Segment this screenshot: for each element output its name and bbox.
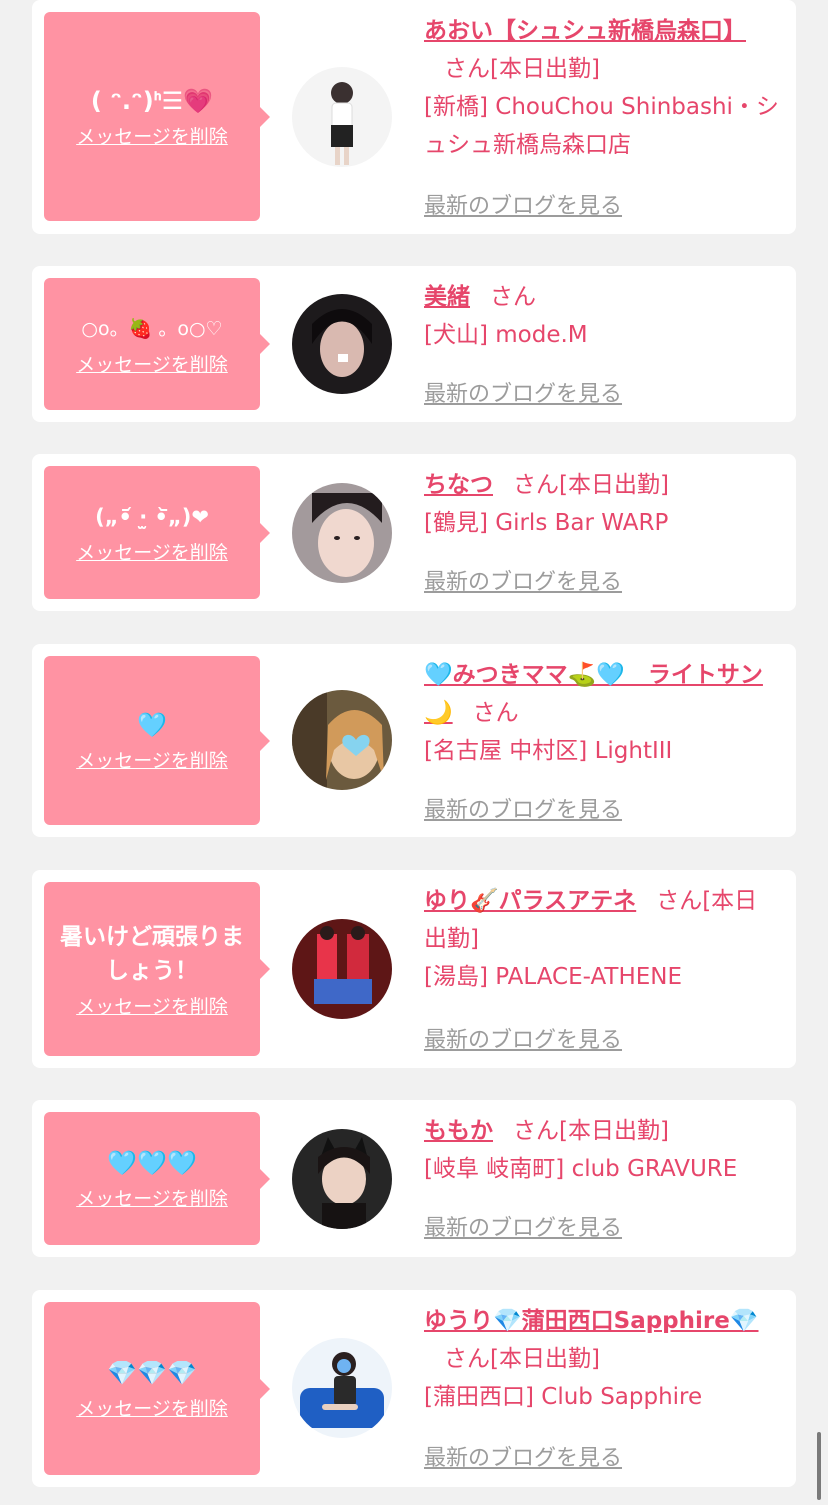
delete-message-link[interactable]: メッセージを削除 [76,992,228,1019]
honorific: さん [444,56,490,82]
message-card: ○o。🍓 。o○♡ メッセージを削除 美緒 さん [犬山] mode.M 最新のブ… [32,266,796,422]
latest-blog-link[interactable]: 最新のブログを見る [424,376,622,408]
avatar[interactable] [292,919,392,1019]
message-card: 🩵 メッセージを削除 🩵みつきママ⛳🩵 ライトサン🌙 さん [名古屋 中村区] L… [32,644,796,837]
cast-info: ももか さん[本日出勤] [岐阜 岐南町] club GRAVURE [424,1112,780,1188]
avatar[interactable] [292,690,392,790]
message-bubble: („•᷄ ·̫ •᷅„)❤ メッセージを削除 [44,466,270,599]
message-text: 💎💎💎 [107,1359,197,1387]
cast-name-link[interactable]: ももか [424,1118,493,1144]
photo-portrait-cat-ears-icon [292,1129,392,1229]
cast-info: ゆうり💎蒲田西口Sapphire💎 さん[本日出勤] [蒲田西口] Club Sa… [424,1302,780,1416]
status-badge: [本日出勤] [490,56,600,82]
shop-name: [犬山] mode.M [424,322,588,348]
avatar[interactable] [292,1129,392,1229]
cast-name-link[interactable]: ゆり🎸パラスアテネ [424,888,636,914]
photo-portrait-closeup-icon [292,483,392,583]
latest-blog-link[interactable]: 最新のブログを見る [424,1022,622,1054]
cast-info: 美緒 さん [犬山] mode.M [424,278,780,354]
message-card: („•᷄ ·̫ •᷅„)❤ メッセージを削除 ちなつ さん[本日出勤] [鶴見] … [32,454,796,611]
message-bubble: 💎💎💎 メッセージを削除 [44,1302,270,1475]
message-text: ○o。🍓 。o○♡ [81,317,223,340]
message-card: 💎💎💎 メッセージを削除 ゆうり💎蒲田西口Sapphire💎 さん[本日出勤] [… [32,1290,796,1487]
status-badge: [本日出勤] [490,1346,600,1372]
message-text: („•᷄ ·̫ •᷅„)❤ [95,505,209,529]
photo-portrait-blue-sofa-icon [292,1338,392,1438]
delete-message-link[interactable]: メッセージを削除 [76,350,228,377]
status-badge: [本日出勤] [559,472,669,498]
latest-blog-link[interactable]: 最新のブログを見る [424,792,622,824]
avatar[interactable] [292,1338,392,1438]
shop-name: [名古屋 中村区] LightIII [424,738,673,764]
photo-portrait-dark-hair-icon [292,294,392,394]
message-bubble: 🩵🩵🩵 メッセージを削除 [44,1112,270,1245]
cast-info: ゆり🎸パラスアテネ さん[本日出勤] [湯島] PALACE-ATHENE [424,882,780,996]
message-text: 🩵 [137,711,167,739]
message-text: 🩵🩵🩵 [107,1149,197,1177]
avatar[interactable] [292,67,392,167]
cast-name-link[interactable]: あおい【シュシュ新橋烏森口】 [424,18,746,44]
shop-name: [蒲田西口] Club Sapphire [424,1384,703,1410]
message-card: 暑いけど頑張りましょう！ メッセージを削除 ゆり🎸パラスアテネ さん[本日出勤] … [32,870,796,1068]
photo-portrait-heart-sticker-icon [292,690,392,790]
honorific: さん [513,472,559,498]
honorific: さん [656,888,703,914]
delete-message-link[interactable]: メッセージを削除 [76,1394,228,1421]
avatar[interactable] [292,294,392,394]
delete-message-link[interactable]: メッセージを削除 [76,122,228,149]
shop-name: [新橋] ChouChou Shinbashi・シュシュ新橋烏森口店 [424,94,779,158]
message-bubble: ( ᵔ.ᵔ)ᑋ☰💗 メッセージを削除 [44,12,270,221]
message-bubble: 🩵 メッセージを削除 [44,656,270,825]
cast-name-link[interactable]: ゆうり💎蒲田西口Sapphire💎 [424,1308,759,1334]
message-text: 暑いけど頑張りましょう！ [60,923,244,984]
shop-name: [湯島] PALACE-ATHENE [424,964,683,990]
cast-name-link[interactable]: ちなつ [424,472,493,498]
cast-info: ちなつ さん[本日出勤] [鶴見] Girls Bar WARP [424,466,780,542]
delete-message-link[interactable]: メッセージを削除 [76,1184,228,1211]
cast-info: 🩵みつきママ⛳🩵 ライトサン🌙 さん [名古屋 中村区] LightIII [424,656,780,770]
honorific: さん [444,1346,490,1372]
status-badge: [本日出勤] [559,1118,669,1144]
honorific: さん [490,284,536,310]
cast-info: あおい【シュシュ新橋烏森口】さん[本日出勤] [新橋] ChouChou Shi… [424,12,780,164]
shop-name: [岐阜 岐南町] club GRAVURE [424,1156,738,1182]
latest-blog-link[interactable]: 最新のブログを見る [424,188,622,220]
shop-name: [鶴見] Girls Bar WARP [424,510,669,536]
photo-portrait-standing-icon [292,67,392,167]
delete-message-link[interactable]: メッセージを削除 [76,538,228,565]
latest-blog-link[interactable]: 最新のブログを見る [424,1440,622,1472]
honorific: さん [472,700,519,726]
message-card: ( ᵔ.ᵔ)ᑋ☰💗 メッセージを削除 あおい【シュシュ新橋烏森口】さん[本日出勤… [32,0,796,234]
message-bubble: 暑いけど頑張りましょう！ メッセージを削除 [44,882,270,1056]
scrollbar[interactable] [817,1432,821,1500]
message-bubble: ○o。🍓 。o○♡ メッセージを削除 [44,278,270,410]
avatar[interactable] [292,483,392,583]
message-text: ( ᵔ.ᵔ)ᑋ☰💗 [90,87,214,115]
honorific: さん [513,1118,559,1144]
delete-message-link[interactable]: メッセージを削除 [76,746,228,773]
message-card: 🩵🩵🩵 メッセージを削除 ももか さん[本日出勤] [岐阜 岐南町] club G… [32,1100,796,1257]
photo-portrait-costume-icon [292,919,392,1019]
latest-blog-link[interactable]: 最新のブログを見る [424,564,622,596]
cast-name-link[interactable]: 美緒 [424,284,470,310]
latest-blog-link[interactable]: 最新のブログを見る [424,1210,622,1242]
